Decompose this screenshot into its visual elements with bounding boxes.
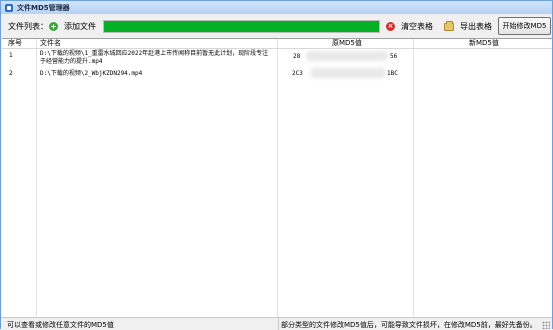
row-filename: D:\下载的视频\1_重雷水城回应2022年赴港上市传闻称目前暂无此计划，现阶段… <box>40 50 269 65</box>
redacted-region <box>306 51 388 61</box>
redacted-region <box>310 68 386 78</box>
toolbar: 文件列表： + 添加文件 × 清空表格 导出表格 开始修改MD5 <box>1 15 552 38</box>
export-table-button[interactable]: 导出表格 <box>444 19 492 34</box>
app-icon <box>5 3 13 12</box>
column-header-index[interactable]: 序号 <box>8 39 22 48</box>
column-divider <box>36 39 37 317</box>
resize-grip-icon[interactable] <box>542 321 550 329</box>
table-header: 序号 文件名 原MD5值 新MD5值 <box>2 39 552 49</box>
start-modify-md5-button[interactable]: 开始修改MD5 <box>498 17 551 35</box>
clear-table-label: 清空表格 <box>401 22 433 31</box>
window-title: 文件MD5管理器 <box>17 3 70 12</box>
add-file-button[interactable]: + 添加文件 <box>49 19 96 34</box>
status-divider <box>278 318 279 330</box>
title-bar: 文件MD5管理器 <box>1 1 552 14</box>
row-index: 1 <box>9 52 13 59</box>
progress-fill <box>104 21 379 32</box>
add-file-label: 添加文件 <box>64 22 96 31</box>
column-header-new-md5[interactable]: 新MD5值 <box>469 39 499 48</box>
folder-export-icon <box>444 20 454 31</box>
main-window: 文件MD5管理器 文件列表： + 添加文件 × 清空表格 导出表格 开始修改MD… <box>0 0 553 330</box>
row-original-md5-start: 2C3 <box>292 70 303 77</box>
file-table[interactable]: 序号 文件名 原MD5值 新MD5值 1 D:\下载的视频\1_重雷水城回应20… <box>2 38 552 317</box>
column-divider <box>413 39 414 317</box>
row-original-md5-end: 56 <box>390 53 398 60</box>
row-original-md5-start: 28 <box>293 53 301 60</box>
progress-bar <box>103 20 380 33</box>
column-divider <box>277 39 278 317</box>
column-header-original-md5[interactable]: 原MD5值 <box>332 39 362 48</box>
clear-table-button[interactable]: × 清空表格 <box>386 19 433 34</box>
column-header-filename[interactable]: 文件名 <box>40 39 61 48</box>
file-list-label: 文件列表： <box>8 22 48 31</box>
clear-circle-icon: × <box>386 22 395 31</box>
status-bar: 可以查看或修改任意文件的MD5值 部分类型的文件修改MD5值后，可能导致文件损坏… <box>1 317 552 330</box>
row-filename: D:\下载的视频\2_WbjKZDN294.mp4 <box>40 70 143 77</box>
row-original-md5-end: 1BC <box>387 70 398 77</box>
export-table-label: 导出表格 <box>460 22 492 31</box>
plus-circle-icon: + <box>49 22 58 31</box>
row-index: 2 <box>9 70 13 77</box>
